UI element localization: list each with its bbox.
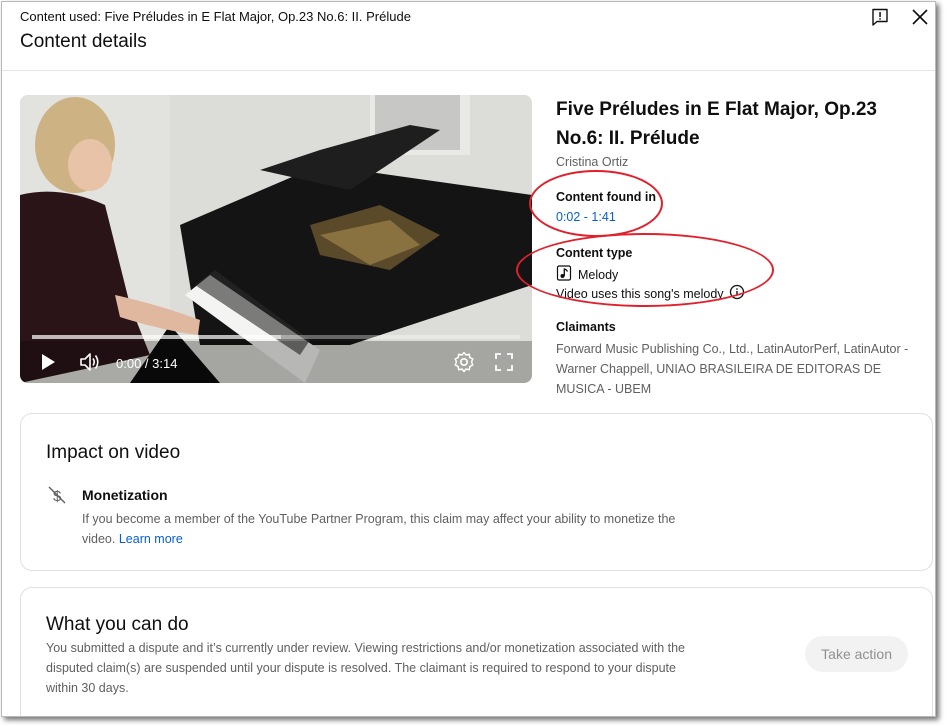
claimants-label: Claimants: [556, 320, 616, 334]
video-player[interactable]: 0:00 / 3:14: [20, 95, 532, 383]
learn-more-link[interactable]: Learn more: [119, 532, 183, 546]
svg-text:$: $: [53, 488, 62, 505]
play-icon[interactable]: [36, 350, 60, 374]
song-info-panel: Five Préludes in E Flat Major, Op.23 No.…: [556, 95, 935, 396]
song-artist: Cristina Ortiz: [556, 155, 629, 169]
time-display: 0:00 / 3:14: [116, 356, 178, 371]
volume-icon[interactable]: [78, 350, 102, 374]
content-used-text: Content used: Five Préludes in E Flat Ma…: [20, 9, 411, 24]
content-type-label: Content type: [556, 246, 633, 260]
take-action-button[interactable]: Take action: [805, 636, 908, 672]
fullscreen-icon[interactable]: [492, 350, 516, 374]
dispute-status-text: You submitted a dispute and it’s current…: [46, 641, 686, 695]
header-actions: [869, 6, 931, 28]
info-icon[interactable]: [729, 284, 745, 303]
what-you-can-do-title: What you can do: [46, 614, 189, 635]
content-type-desc: Video uses this song's melody: [556, 286, 724, 301]
monetization-description: If you become a member of the YouTube Pa…: [82, 509, 702, 549]
content-found-timestamp-link[interactable]: 0:02 - 1:41: [556, 210, 616, 224]
song-title: Five Préludes in E Flat Major, Op.23 No.…: [556, 99, 877, 149]
close-icon[interactable]: [909, 6, 931, 28]
monetization-off-icon: $: [46, 484, 68, 506]
feedback-icon[interactable]: [869, 6, 891, 28]
header-divider: [2, 70, 935, 71]
content-type-row: Melody: [556, 265, 618, 284]
monetization-title: Monetization: [82, 487, 168, 503]
content-found-label: Content found in: [556, 190, 656, 204]
claimants-value: Forward Music Publishing Co., Ltd., Lati…: [556, 342, 909, 396]
settings-icon[interactable]: [452, 350, 476, 374]
content-type-value: Melody: [578, 267, 619, 282]
dialog-title: Content details: [20, 31, 147, 52]
progress-bar[interactable]: [32, 335, 520, 339]
what-you-can-do-card: What you can do You submitted a dispute …: [20, 587, 933, 716]
progress-buffer: [32, 335, 281, 339]
content-type-desc-row: Video uses this song's melody: [556, 284, 745, 303]
impact-card: Impact on video $ Monetization If you be…: [20, 413, 933, 571]
impact-title: Impact on video: [46, 442, 181, 463]
music-note-icon: [556, 265, 572, 284]
content-details-dialog: Content used: Five Préludes in E Flat Ma…: [1, 1, 936, 717]
player-controls: 0:00 / 3:14: [20, 341, 532, 383]
video-frame-thumbnail: [20, 95, 532, 383]
